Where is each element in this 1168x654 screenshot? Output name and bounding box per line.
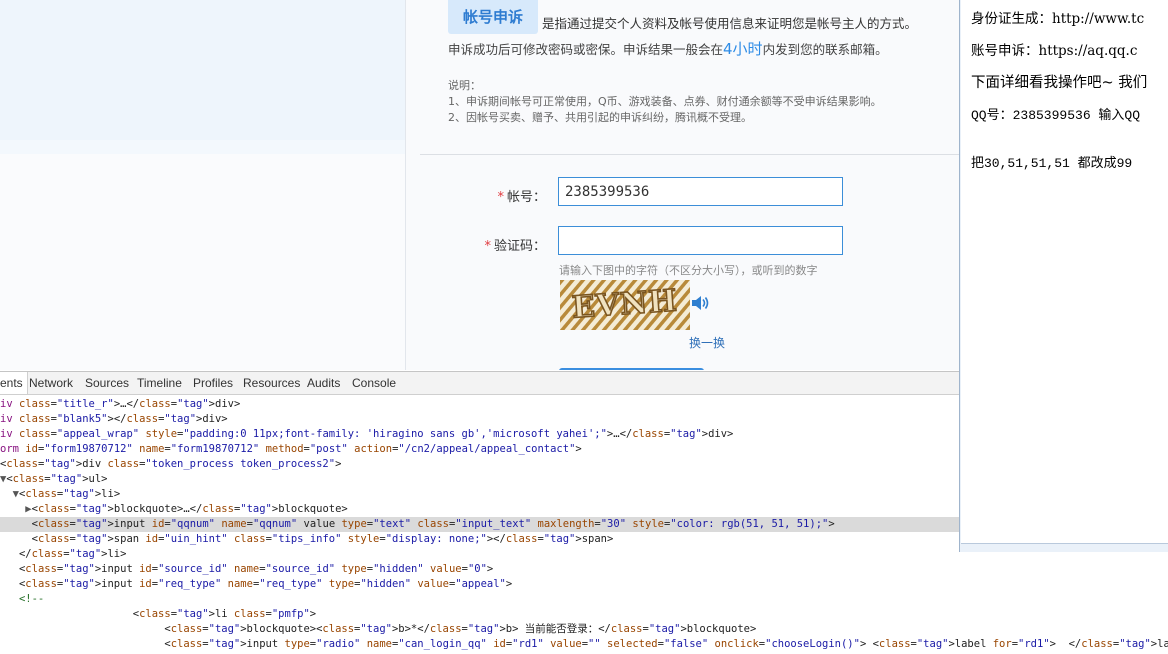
note-item-1: 1、申诉期间帐号可正常使用，Q币、游戏装备、点券、财付通余额等不受申诉结果影响。 [448,95,882,108]
dom-tree-line[interactable]: </class="tag">li> [0,547,959,562]
notepad-line: 下面详细看我操作吧~ 我们 [971,75,1148,91]
dom-tree-line[interactable]: <class="tag">span id="uin_hint" class="t… [0,532,959,547]
dom-tree-line[interactable]: iv class="title_r">…</class="tag">div> [0,397,959,412]
dom-tree-line[interactable]: ▼<class="tag">li> [0,487,959,502]
captcha-hint: 请输入下图中的字符（不区分大小写），或听到的数字 [559,264,818,277]
tab-network[interactable]: Network [29,376,73,390]
account-input[interactable]: 2385399536 [558,177,843,206]
dom-tree-line[interactable]: iv class="appeal_wrap" style="padding:0 … [0,427,959,442]
tab-elements[interactable]: ents [0,372,28,394]
speaker-icon[interactable] [690,293,710,313]
tab-profiles[interactable]: Profiles [193,376,233,390]
captcha-input[interactable] [558,226,843,255]
tab-sources[interactable]: Sources [85,376,129,390]
captcha-image[interactable]: EVNH [560,280,690,330]
appeal-intro-line1: 是指通过提交个人资料及帐号使用信息来证明您是帐号主人的方式。 [542,16,918,31]
dom-tree-line[interactable]: <class="tag">blockquote><class="tag">b>*… [0,622,959,637]
required-mark: * [484,239,491,254]
tab-resources[interactable]: Resources [243,376,300,390]
notepad-line: 身份证生成：http://www.tc [971,11,1145,27]
dom-tree-line[interactable]: ▼<class="tag">ul> [0,472,959,487]
refresh-captcha-link[interactable]: 换一换 [689,334,725,351]
tab-console[interactable]: Console [352,376,396,390]
dom-tree-line[interactable]: orm id="form19870712" name="form19870712… [0,442,959,457]
intro-text-b: 内发到您的联系邮箱。 [762,42,888,57]
dom-tree-line[interactable]: iv class="blank5"></class="tag">div> [0,412,959,427]
left-pane-band [0,0,405,140]
appeal-page: 帐号申诉 是指通过提交个人资料及帐号使用信息来证明您是帐号主人的方式。 申诉成功… [406,0,959,370]
devtools-panel: ents Network Sources Timeline Profiles R… [0,371,1168,654]
tab-audits[interactable]: Audits [307,376,340,390]
intro-highlight: 4小时 [723,40,763,58]
section-divider [420,154,959,155]
account-label: * 帐号： [406,186,546,205]
captcha-label: * 验证码： [406,235,546,254]
left-pane-band-lower [0,140,405,154]
dom-tree-line[interactable]: <class="tag">input id="source_id" name="… [0,562,959,577]
dom-tree-line[interactable]: <class="tag">li class="pmfp"> [0,607,959,622]
intro-text-a: 申诉成功后可修改密码或密保。申诉结果一般会在 [448,42,724,57]
captcha-label-text: 验证码： [493,239,546,254]
account-label-text: 帐号： [506,190,546,205]
dom-tree-line[interactable]: <class="tag">input type="radio" name="ca… [0,637,1168,652]
required-mark: * [497,190,504,205]
notepad-text-area[interactable]: 身份证生成：http://www.tc 账号申诉：https://aq.qq.c… [961,0,1168,544]
dom-tree-line[interactable]: <!-- [0,592,959,607]
notepad-line: 把30,51,51,51 都改成99 [971,156,1133,171]
left-pane [0,0,406,370]
next-step-button[interactable] [559,368,704,370]
dom-tree-line[interactable]: <class="tag">input id="req_type" name="r… [0,577,959,592]
captcha-text: EVNH [571,283,679,325]
notepad-window: 身份证生成：http://www.tc 账号申诉：https://aq.qq.c… [959,0,1168,552]
dom-tree-line[interactable]: <class="tag">div class="token_process to… [0,457,959,472]
notepad-line: 账号申诉：https://aq.qq.c [971,43,1138,59]
tab-timeline[interactable]: Timeline [137,376,182,390]
dom-tree-line[interactable]: ▶<class="tag">blockquote>…</class="tag">… [0,502,959,517]
appeal-intro-line2: 申诉成功后可修改密码或密保。申诉结果一般会在4小时内发到您的联系邮箱。 [448,38,888,59]
appeal-title: 帐号申诉 [448,0,538,34]
notepad-line: QQ号：2385399536 输入QQ [971,108,1141,123]
appeal-notes: 说明： 1、申诉期间帐号可正常使用，Q币、游戏装备、点券、财付通余额等不受申诉结… [448,78,882,126]
devtools-tab-bar: ents Network Sources Timeline Profiles R… [0,372,959,395]
note-item-2: 2、因帐号买卖、赠予、共用引起的申诉纠纷，腾讯概不受理。 [448,111,752,124]
note-title: 说明： [448,79,481,92]
dom-tree-line[interactable]: <class="tag">input id="qqnum" name="qqnu… [0,517,959,532]
